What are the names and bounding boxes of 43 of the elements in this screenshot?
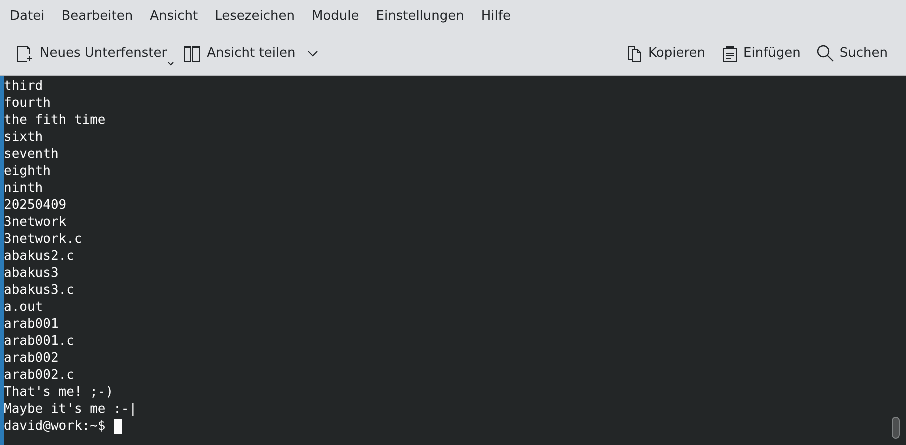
output-line: 20250409	[4, 197, 68, 214]
menu-item[interactable]: Module	[304, 2, 368, 30]
output-line: abakus3	[4, 265, 60, 282]
copy-button[interactable]: Kopieren	[620, 38, 712, 70]
caret-icon	[168, 62, 174, 66]
output-line: third	[4, 78, 44, 95]
output-line: 3network	[4, 214, 68, 231]
output-line: arab002	[4, 350, 60, 367]
new-tab-icon	[16, 44, 34, 62]
output-line: arab001.c	[4, 333, 76, 350]
output-line: a.out	[4, 299, 44, 316]
split-view-icon	[183, 44, 202, 62]
split-view-button[interactable]: Ansicht teilen	[177, 38, 324, 70]
output-line: eighth	[4, 163, 52, 180]
search-icon	[816, 45, 834, 62]
output-line: the fith time	[4, 112, 107, 129]
output-line: arab002.c	[4, 367, 76, 384]
scrollbar-thumb[interactable]	[892, 417, 900, 439]
terminal-output[interactable]: third fourth the fith time sixth seventh eighth ninth 20250409 3network 3network.c abakus2.c abakus3 abakus3.c a.out arab001 arab001.c arab002 arab002.c That's me! ;-) Maybe it's me :-| david@work:~$	[0, 76, 906, 445]
output-line: abakus3.c	[4, 282, 76, 299]
paste-button[interactable]: Einfügen	[716, 38, 807, 70]
copy-icon	[626, 44, 642, 62]
menu-item[interactable]: Lesezeichen	[207, 2, 303, 30]
shell-prompt: david@work:~$	[4, 418, 106, 435]
output-line: Maybe it's me :-|	[4, 401, 138, 418]
menu-item[interactable]: Hilfe	[473, 2, 519, 30]
output-line: arab001	[4, 316, 60, 333]
menu-item[interactable]: Einstellungen	[368, 2, 472, 30]
output-line: seventh	[4, 146, 60, 163]
output-line: fourth	[4, 95, 52, 112]
output-line: That's me! ;-)	[4, 384, 115, 401]
new-tab-button[interactable]: Neues Unterfenster	[10, 38, 174, 70]
clipboard-icon	[722, 44, 738, 62]
output-line: sixth	[4, 129, 44, 146]
caret-icon	[308, 50, 318, 56]
menu-item[interactable]: Ansicht	[142, 2, 206, 30]
search-button[interactable]: Suchen	[810, 38, 894, 70]
menu-item[interactable]: Bearbeiten	[54, 2, 142, 30]
text-cursor	[114, 419, 122, 434]
output-line: ninth	[4, 180, 44, 197]
menu-item[interactable]: Datei	[2, 2, 53, 30]
output-line: 3network.c	[4, 231, 84, 248]
output-line: abakus2.c	[4, 248, 76, 265]
